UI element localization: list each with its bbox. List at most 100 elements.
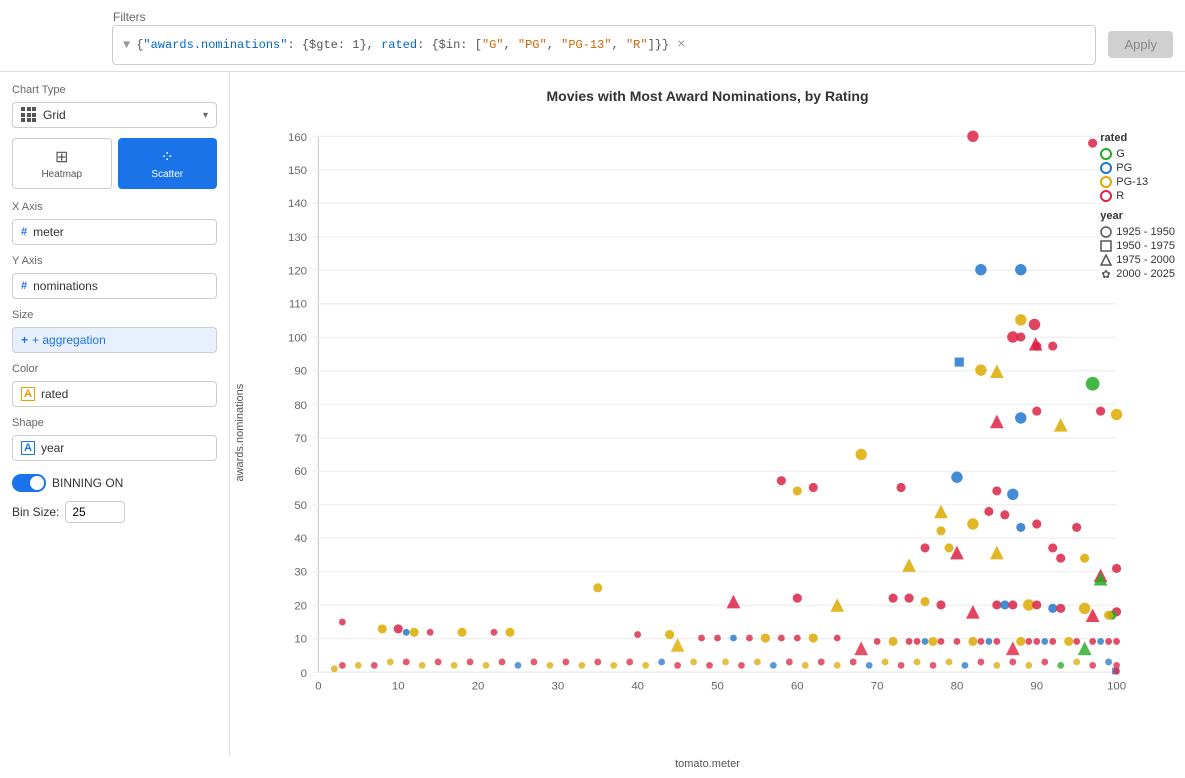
size-section: + + aggregation — [12, 327, 217, 353]
svg-text:80: 80 — [951, 680, 964, 692]
bin-size-row: Bin Size: — [12, 501, 217, 523]
svg-text:✿: ✿ — [1102, 269, 1111, 280]
legend-year-1925: 1925 - 1950 — [1100, 226, 1175, 238]
legend-item-g: G — [1100, 148, 1175, 160]
top-bar: Filters ▼ {"awards.nominations": {$gte: … — [0, 0, 1185, 72]
filter-text: {"awards.nominations": {$gte: 1}, rated:… — [136, 38, 669, 52]
heatmap-label: Heatmap — [41, 169, 82, 180]
x-axis-hash-icon: # — [21, 226, 27, 238]
bin-size-input[interactable] — [65, 501, 125, 523]
legend-r-icon — [1100, 190, 1112, 202]
y-axis-label: Y Axis — [12, 255, 217, 267]
add-aggregation-button[interactable]: + + aggregation — [12, 327, 217, 353]
shape-field[interactable]: A year — [12, 435, 217, 461]
chevron-down-icon: ▾ — [203, 110, 208, 121]
y-axis-field[interactable]: # nominations — [12, 273, 217, 299]
chart-plot: .tick-label { font-size: 10px; fill: #66… — [250, 112, 1185, 754]
color-value: rated — [41, 387, 68, 401]
legend-pg-label: PG — [1116, 162, 1132, 174]
shape-label: Shape — [12, 417, 217, 429]
svg-text:70: 70 — [294, 433, 307, 445]
svg-text:100: 100 — [1107, 680, 1126, 692]
scatter-label: Scatter — [151, 169, 183, 180]
svg-text:60: 60 — [791, 680, 804, 692]
svg-text:160: 160 — [288, 132, 307, 144]
legend-item-r: R — [1100, 190, 1175, 202]
chart-type-value: Grid — [43, 108, 66, 122]
heatmap-icon: ⊞ — [55, 147, 68, 167]
svg-text:120: 120 — [288, 265, 307, 277]
filters-label: Filters — [113, 10, 146, 24]
binning-row: BINNING ON — [12, 469, 217, 497]
heatmap-button[interactable]: ⊞ Heatmap — [12, 138, 112, 189]
legend-pg13-icon — [1100, 176, 1112, 188]
svg-text:90: 90 — [1030, 680, 1043, 692]
legend-year-section: year 1925 - 1950 1950 - 1975 1975 - 2000 — [1100, 210, 1175, 280]
svg-text:110: 110 — [289, 298, 307, 310]
legend-g-icon — [1100, 148, 1112, 160]
main-layout: Chart Type Grid ▾ ⊞ Heatmap ⁘ Scatter — [0, 72, 1185, 756]
svg-text:100: 100 — [288, 333, 307, 345]
scatter-svg: .tick-label { font-size: 10px; fill: #66… — [250, 112, 1185, 754]
svg-text:40: 40 — [631, 680, 644, 692]
filter-clear-icon[interactable]: × — [677, 37, 685, 53]
apply-button[interactable]: Apply — [1108, 31, 1173, 58]
toggle-knob — [30, 476, 44, 490]
svg-text:20: 20 — [472, 680, 485, 692]
legend-year-1975: 1975 - 2000 — [1100, 254, 1175, 266]
filter-bar: ▼ {"awards.nominations": {$gte: 1}, rate… — [112, 25, 1096, 65]
chart-type-label: Chart Type — [12, 84, 217, 96]
legend-year-2000-label: 2000 - 2025 — [1116, 268, 1175, 280]
aggregation-label: + aggregation — [32, 333, 106, 347]
legend-triangle-shape-icon — [1100, 254, 1112, 266]
svg-text:80: 80 — [294, 400, 307, 412]
legend-square-shape-icon — [1100, 240, 1112, 252]
filter-funnel-icon: ▼ — [123, 38, 130, 52]
legend-rated-title: rated — [1100, 132, 1175, 144]
scatter-icon: ⁘ — [161, 147, 174, 167]
legend-rated-section: rated G PG PG-13 — [1100, 132, 1175, 202]
svg-text:0: 0 — [315, 680, 321, 692]
svg-text:30: 30 — [552, 680, 565, 692]
grid-icon — [21, 107, 37, 123]
x-axis-label: X Axis — [12, 201, 217, 213]
chart-title: Movies with Most Award Nominations, by R… — [230, 72, 1185, 112]
legend-gear-shape-icon: ✿ — [1100, 268, 1112, 280]
shape-a-icon: A — [21, 441, 35, 455]
svg-text:130: 130 — [288, 232, 307, 244]
svg-text:10: 10 — [294, 634, 307, 646]
svg-text:20: 20 — [294, 601, 307, 613]
y-axis-chart-label: awards.nominations — [230, 112, 250, 754]
legend-year-1925-label: 1925 - 1950 — [1116, 226, 1175, 238]
svg-text:40: 40 — [294, 533, 307, 545]
chart-type-selector[interactable]: Grid ▾ — [12, 102, 217, 128]
legend-circle-shape-icon — [1100, 226, 1112, 238]
sidebar: Chart Type Grid ▾ ⊞ Heatmap ⁘ Scatter — [0, 72, 230, 756]
color-field[interactable]: A rated — [12, 381, 217, 407]
legend-g-label: G — [1116, 148, 1125, 160]
y-axis-value: nominations — [33, 279, 98, 293]
chart-legend: rated G PG PG-13 — [1100, 132, 1175, 288]
svg-text:60: 60 — [294, 466, 307, 478]
legend-year-1975-label: 1975 - 2000 — [1116, 254, 1175, 266]
x-axis-chart-label: tomato.meter — [230, 754, 1185, 778]
y-axis-hash-icon: # — [21, 280, 27, 292]
chart-type-buttons: ⊞ Heatmap ⁘ Scatter — [12, 138, 217, 189]
bin-size-label: Bin Size: — [12, 505, 59, 519]
legend-pg13-label: PG-13 — [1116, 176, 1148, 188]
legend-pg-icon — [1100, 162, 1112, 174]
scatter-button[interactable]: ⁘ Scatter — [118, 138, 218, 189]
plus-icon: + — [21, 333, 28, 347]
x-axis-field[interactable]: # meter — [12, 219, 217, 245]
color-label: Color — [12, 363, 217, 375]
color-a-icon: A — [21, 387, 35, 401]
legend-year-1950-label: 1950 - 1975 — [1116, 240, 1175, 252]
svg-text:150: 150 — [288, 165, 307, 177]
svg-text:10: 10 — [392, 680, 405, 692]
svg-text:90: 90 — [294, 366, 307, 378]
svg-text:30: 30 — [294, 566, 307, 578]
chart-area: Movies with Most Award Nominations, by R… — [230, 72, 1185, 756]
svg-text:50: 50 — [711, 680, 724, 692]
x-axis-value: meter — [33, 225, 64, 239]
binning-toggle[interactable] — [12, 474, 46, 492]
